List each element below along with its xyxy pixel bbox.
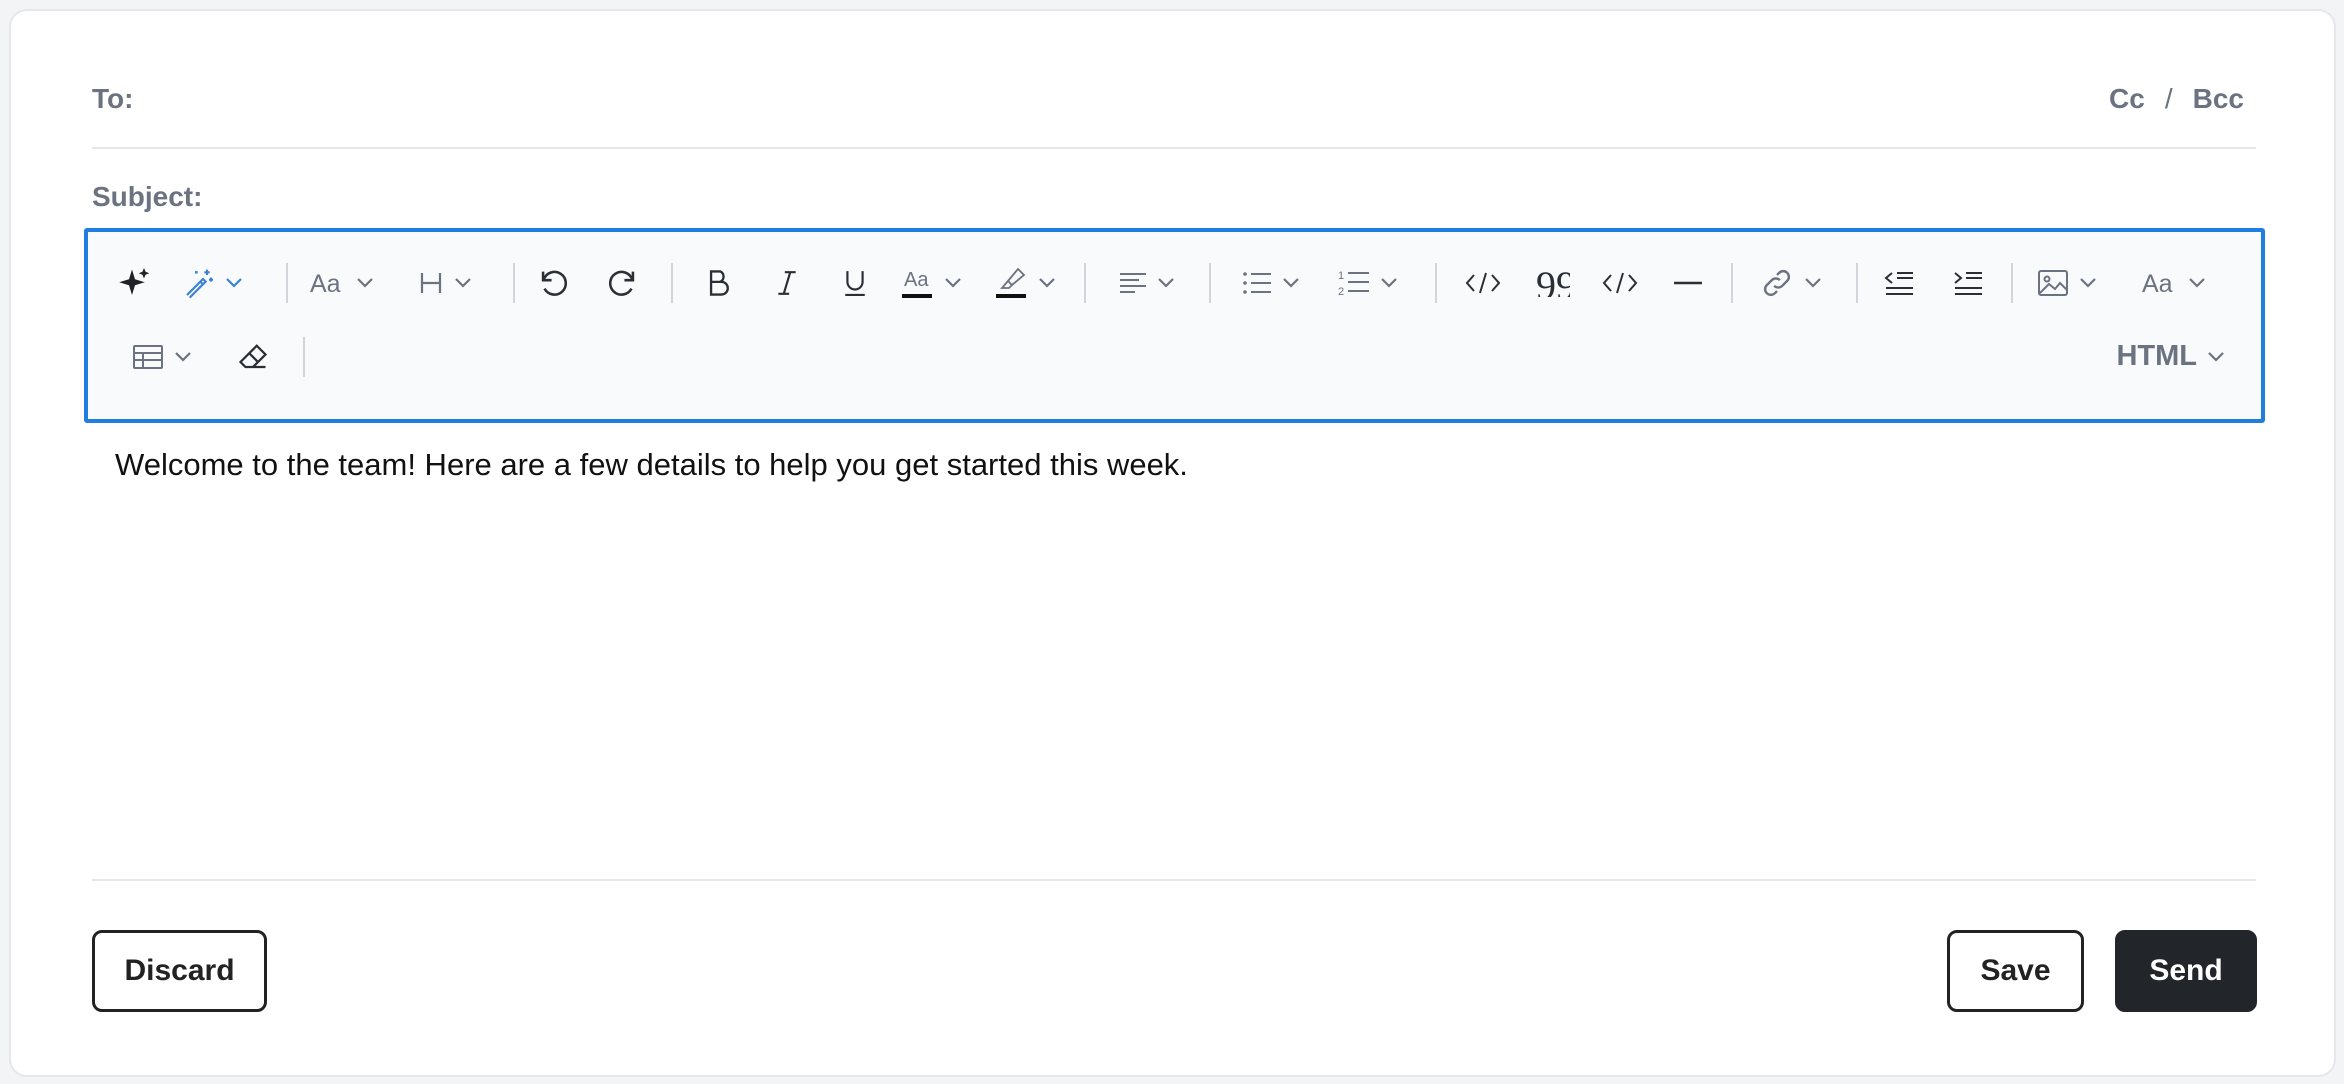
- toolbar-separator: [2011, 263, 2013, 303]
- code-icon: [1602, 272, 1638, 294]
- toolbar-separator: [1209, 263, 1211, 303]
- chevron-down-icon: [175, 352, 191, 362]
- discard-button[interactable]: Discard: [92, 930, 267, 1012]
- numbered-list-icon: 12: [1338, 270, 1369, 298]
- indent-icon: [1954, 272, 1982, 295]
- italic-icon: [778, 271, 796, 295]
- to-label: To:: [92, 83, 134, 114]
- ai-sparkle-button[interactable]: [115, 258, 155, 308]
- toolbar-separator: [513, 263, 515, 303]
- svg-text:1: 1: [1338, 270, 1344, 282]
- svg-text:99: 99: [1536, 269, 1570, 297]
- text-color-button[interactable]: Aa: [896, 258, 968, 308]
- outdent-button[interactable]: [1874, 258, 1924, 308]
- magic-wand-button[interactable]: [178, 258, 248, 308]
- toolbar-separator: [1084, 263, 1086, 303]
- ai-sparkle-icon: [119, 268, 150, 295]
- editor-toolbar: Aa Aa 1 2 99 Aa HTML: [84, 228, 2265, 423]
- save-button[interactable]: Save: [1947, 930, 2084, 1012]
- undo-icon: [541, 270, 568, 296]
- chevron-down-icon: [1283, 278, 1299, 288]
- horizontal-rule-icon: [1674, 281, 1702, 285]
- bold-button[interactable]: [693, 258, 743, 308]
- clear-format-button[interactable]: [228, 332, 278, 382]
- image-icon: [2038, 270, 2068, 296]
- compose-card: To: Cc / Bcc Subject: Aa Aa 1 2 99 Aa HT…: [9, 9, 2336, 1077]
- align-button[interactable]: [1112, 258, 1182, 308]
- toolbar-separator: [286, 263, 288, 303]
- format-mode-select[interactable]: HTML: [2116, 340, 2225, 373]
- italic-button[interactable]: [762, 258, 812, 308]
- image-button[interactable]: [2030, 258, 2104, 308]
- chevron-down-icon: [2208, 351, 2224, 362]
- font-size-icon: Aa: [2142, 270, 2173, 296]
- toolbar-separator: [671, 263, 673, 303]
- align-icon: [1120, 273, 1146, 293]
- underline-button[interactable]: [830, 258, 880, 308]
- chevron-down-icon: [1381, 278, 1397, 288]
- format-mode-label: HTML: [2116, 340, 2197, 372]
- horizontal-rule-button[interactable]: [1663, 258, 1713, 308]
- bullet-list-button[interactable]: [1236, 258, 1306, 308]
- svg-text:Aa: Aa: [904, 269, 929, 291]
- font-family-button[interactable]: Aa: [306, 258, 378, 308]
- cc-bcc-toggle: Cc / Bcc: [2109, 83, 2244, 115]
- numbered-list-button[interactable]: 12: [1332, 258, 1404, 308]
- toolbar-separator: [1435, 263, 1437, 303]
- bold-icon: [709, 270, 729, 296]
- highlight-button[interactable]: [990, 258, 1062, 308]
- chevron-down-icon: [226, 278, 242, 288]
- font-family-icon: Aa: [310, 270, 341, 296]
- bullet-list-icon: [1243, 272, 1271, 294]
- highlight-icon: [996, 267, 1026, 298]
- heading-icon: [420, 273, 442, 293]
- chevron-down-icon: [2080, 278, 2096, 288]
- code-view-button[interactable]: [1458, 258, 1508, 308]
- chevron-down-icon: [455, 278, 471, 288]
- cc-link[interactable]: Cc: [2109, 83, 2145, 115]
- chevron-down-icon: [2189, 278, 2205, 288]
- undo-button[interactable]: [528, 258, 578, 308]
- subject-row[interactable]: Subject:: [92, 151, 2256, 237]
- svg-text:Aa: Aa: [310, 270, 341, 296]
- link-button[interactable]: [1754, 258, 1828, 308]
- outdent-icon: [1884, 272, 1913, 295]
- chevron-down-icon: [1158, 278, 1174, 288]
- chevron-down-icon: [945, 278, 961, 288]
- code-view-icon: [1465, 272, 1501, 294]
- heading-button[interactable]: [410, 258, 480, 308]
- chevron-down-icon: [1039, 278, 1055, 288]
- table-icon: [133, 345, 163, 369]
- footer-divider: [92, 879, 2256, 881]
- blockquote-button[interactable]: 99: [1528, 258, 1578, 308]
- eraser-icon: [238, 344, 268, 369]
- subject-label: Subject:: [92, 181, 203, 212]
- send-button[interactable]: Send: [2115, 930, 2257, 1012]
- toolbar-separator: [303, 337, 305, 377]
- toolbar-separator: [1856, 263, 1858, 303]
- redo-icon: [608, 270, 635, 296]
- code-button[interactable]: [1595, 258, 1645, 308]
- magic-wand-icon: [186, 269, 213, 299]
- blockquote-icon: 99: [1536, 269, 1570, 297]
- chevron-down-icon: [1805, 278, 1821, 288]
- to-row[interactable]: To: Cc / Bcc: [92, 55, 2256, 149]
- message-body[interactable]: Welcome to the team! Here are a few deta…: [115, 447, 1188, 483]
- link-icon: [1763, 269, 1791, 297]
- svg-text:Aa: Aa: [2142, 270, 2173, 296]
- underline-icon: [845, 271, 865, 296]
- indent-button[interactable]: [1943, 258, 1993, 308]
- svg-text:2: 2: [1338, 286, 1344, 298]
- bcc-link[interactable]: Bcc: [2193, 83, 2244, 115]
- redo-button[interactable]: [598, 258, 648, 308]
- cc-bcc-separator: /: [2164, 83, 2173, 114]
- font-size-button[interactable]: Aa: [2138, 258, 2210, 308]
- table-button[interactable]: [126, 332, 198, 382]
- chevron-down-icon: [357, 278, 373, 288]
- text-color-icon: Aa: [902, 269, 932, 298]
- toolbar-separator: [1731, 263, 1733, 303]
